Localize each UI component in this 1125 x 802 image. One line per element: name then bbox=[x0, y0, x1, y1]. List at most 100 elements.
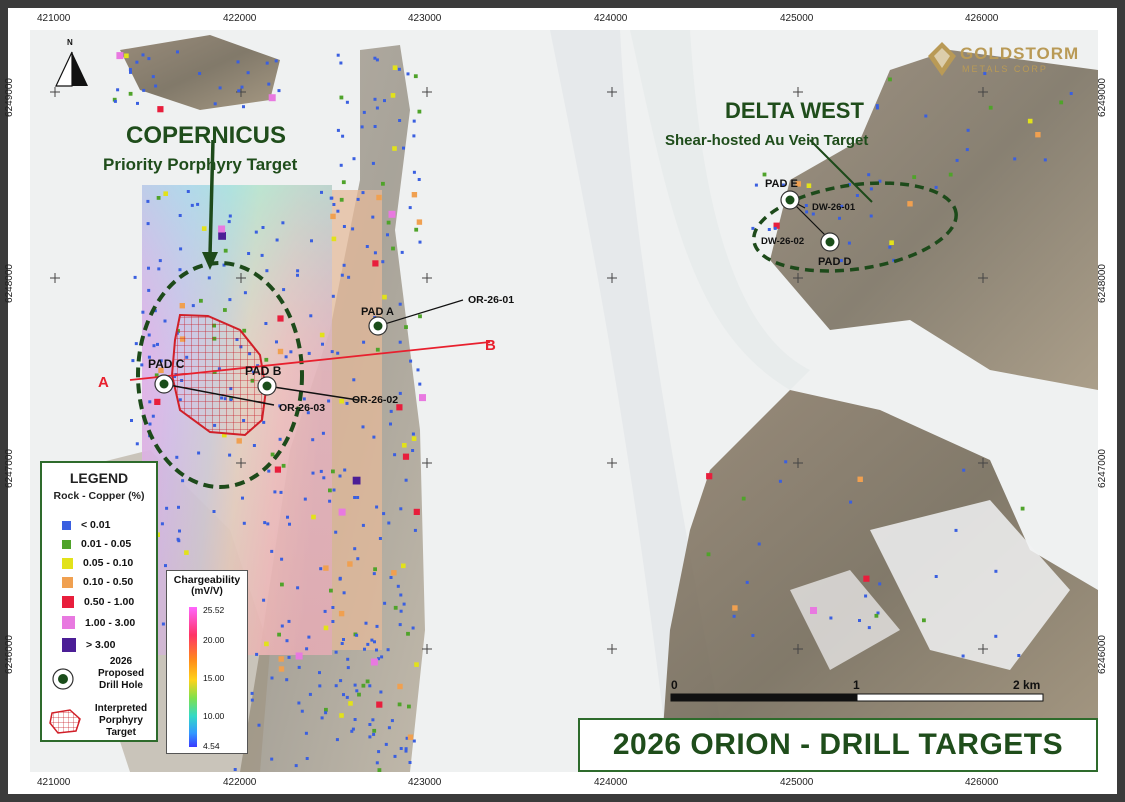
rock-sample-point bbox=[342, 263, 346, 267]
logo-sub: METALS CORP bbox=[962, 64, 1048, 74]
legend-subtitle: Rock - Copper (%) bbox=[53, 490, 145, 502]
rock-sample-point bbox=[281, 463, 286, 468]
rock-sample-point bbox=[397, 702, 402, 707]
x-tick-bottom: 426000 bbox=[965, 777, 999, 788]
rock-sample-point bbox=[247, 252, 251, 255]
legend-item: 0.50 - 1.00 bbox=[62, 596, 134, 608]
rock-sample-point bbox=[273, 490, 277, 494]
rock-sample-point bbox=[336, 128, 340, 132]
hole-or-26-01: OR-26-01 bbox=[468, 294, 514, 306]
x-tick-bottom: 421000 bbox=[37, 777, 71, 788]
rock-sample-point bbox=[321, 431, 325, 435]
rock-sample-point bbox=[246, 71, 250, 75]
rock-sample-point bbox=[236, 438, 242, 444]
rock-sample-point bbox=[135, 60, 139, 64]
rock-sample-point bbox=[336, 209, 340, 213]
rock-sample-point bbox=[347, 561, 353, 567]
rock-sample-point bbox=[376, 701, 383, 708]
rock-sample-point bbox=[157, 267, 161, 271]
y-tick-right: 6247000 bbox=[1096, 449, 1108, 488]
rock-sample-point bbox=[252, 444, 256, 447]
rock-sample-point bbox=[331, 469, 335, 474]
rock-sample-point bbox=[270, 549, 274, 553]
rock-sample-point bbox=[411, 436, 417, 441]
rock-sample-point bbox=[133, 275, 137, 279]
rock-sample-point bbox=[267, 82, 271, 86]
rock-sample-point bbox=[386, 233, 389, 237]
rock-sample-point bbox=[263, 521, 267, 525]
rock-sample-point bbox=[732, 605, 738, 611]
rock-sample-point bbox=[294, 764, 298, 768]
rock-sample-point bbox=[878, 582, 882, 586]
rock-sample-point bbox=[1059, 100, 1064, 105]
rock-sample-point bbox=[342, 591, 346, 595]
chargeability-value: 20.00 bbox=[203, 635, 225, 645]
x-tick-top: 421000 bbox=[37, 13, 71, 24]
rock-sample-point bbox=[319, 469, 323, 473]
rock-sample-point bbox=[411, 626, 415, 630]
rock-sample-point bbox=[275, 238, 279, 242]
rock-sample-point bbox=[332, 488, 336, 492]
chargeability-legend: Chargeability (mV/V) 25.52 20.00 15.00 1… bbox=[166, 570, 248, 754]
rock-sample-point bbox=[284, 355, 288, 359]
rock-sample-point bbox=[268, 94, 276, 102]
rock-sample-point bbox=[280, 624, 284, 628]
rock-sample-point bbox=[988, 105, 993, 110]
legend-item: < 0.01 bbox=[62, 519, 111, 531]
rock-sample-point bbox=[342, 225, 346, 228]
rock-sample-point bbox=[177, 505, 180, 509]
copernicus-title: COPERNICUS bbox=[126, 122, 286, 149]
rock-sample-point bbox=[282, 288, 286, 292]
rock-sample-point bbox=[784, 460, 788, 464]
rock-sample-point bbox=[398, 623, 402, 627]
rock-sample-point bbox=[339, 95, 344, 100]
rock-sample-point bbox=[287, 619, 291, 623]
section-b-label: B bbox=[485, 337, 496, 354]
rock-sample-point bbox=[361, 191, 365, 195]
x-tick-top: 424000 bbox=[594, 13, 628, 24]
legend-item: 0.01 - 0.05 bbox=[62, 538, 131, 550]
rock-sample-point bbox=[158, 259, 162, 263]
rock-sample-point bbox=[321, 342, 324, 346]
rock-sample-point bbox=[286, 515, 289, 519]
rock-sample-point bbox=[310, 239, 313, 243]
rock-sample-point bbox=[412, 739, 416, 743]
rock-sample-point bbox=[199, 298, 203, 303]
rock-sample-point bbox=[330, 213, 336, 220]
rock-sample-point bbox=[305, 757, 309, 760]
rock-sample-point bbox=[331, 606, 335, 609]
rock-sample-point bbox=[382, 294, 387, 300]
rock-sample-point bbox=[955, 158, 959, 162]
rock-sample-point bbox=[141, 53, 145, 57]
map-title: 2026 ORION - DRILL TARGETS bbox=[612, 728, 1064, 761]
rock-sample-point bbox=[375, 624, 379, 628]
rock-sample-point bbox=[389, 422, 392, 426]
rock-sample-point bbox=[397, 683, 403, 690]
rock-sample-point bbox=[131, 359, 135, 363]
rock-sample-point bbox=[289, 350, 293, 354]
rock-sample-point bbox=[934, 185, 938, 189]
rock-sample-point bbox=[278, 437, 282, 441]
rock-sample-point bbox=[754, 183, 758, 187]
rock-sample-point bbox=[338, 508, 346, 516]
rock-sample-point bbox=[1043, 158, 1047, 162]
rock-sample-point bbox=[353, 547, 357, 551]
rock-sample-point bbox=[414, 662, 419, 667]
rock-sample-point bbox=[1069, 92, 1073, 95]
rock-sample-point bbox=[223, 248, 228, 253]
rock-sample-point bbox=[146, 199, 150, 203]
rock-sample-point bbox=[279, 490, 283, 494]
rock-sample-point bbox=[191, 304, 195, 308]
rock-sample-point bbox=[398, 340, 402, 344]
rock-sample-point bbox=[179, 247, 183, 251]
rock-sample-point bbox=[393, 754, 397, 758]
y-tick-right: 6249000 bbox=[1096, 78, 1108, 117]
rock-sample-point bbox=[377, 768, 382, 772]
rock-sample-point bbox=[285, 678, 289, 682]
rock-sample-point bbox=[324, 711, 328, 715]
rock-sample-point bbox=[178, 214, 182, 217]
rock-sample-point bbox=[377, 750, 381, 754]
rock-sample-point bbox=[875, 106, 879, 110]
rock-sample-point bbox=[368, 735, 372, 739]
rock-sample-point bbox=[411, 449, 415, 452]
